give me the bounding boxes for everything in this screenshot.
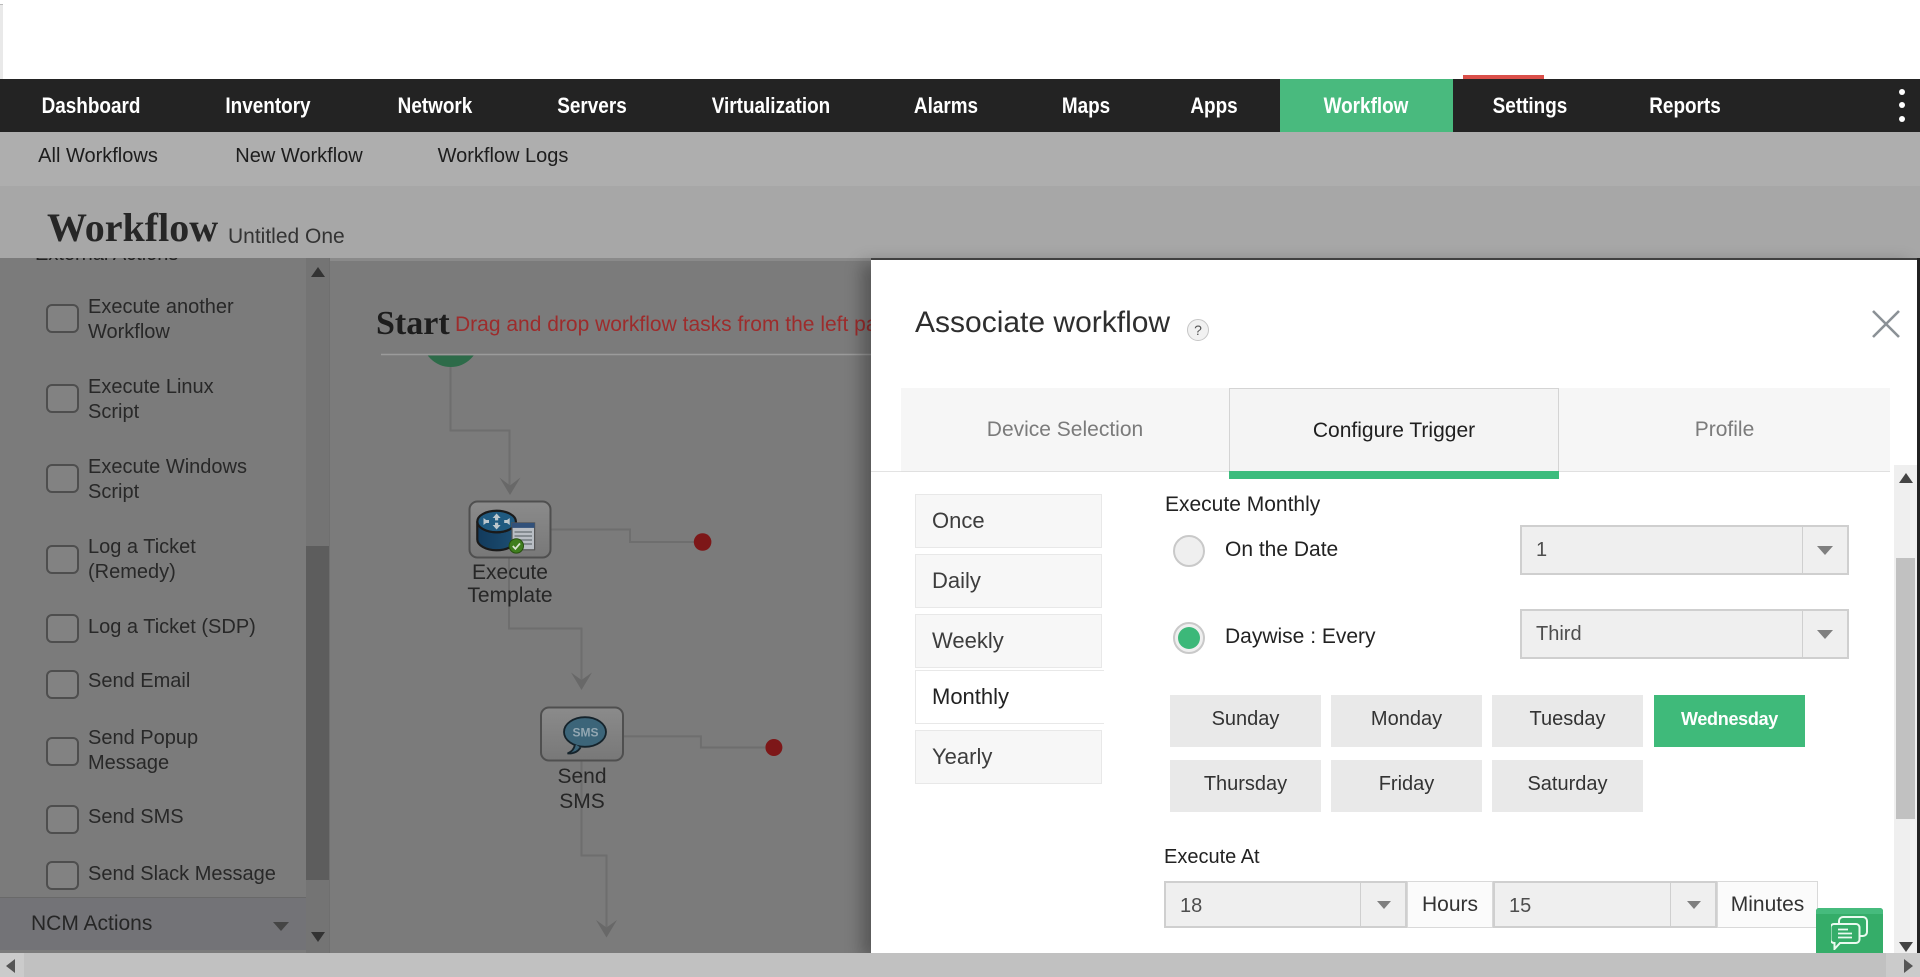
svg-text:SMS: SMS	[572, 726, 598, 740]
